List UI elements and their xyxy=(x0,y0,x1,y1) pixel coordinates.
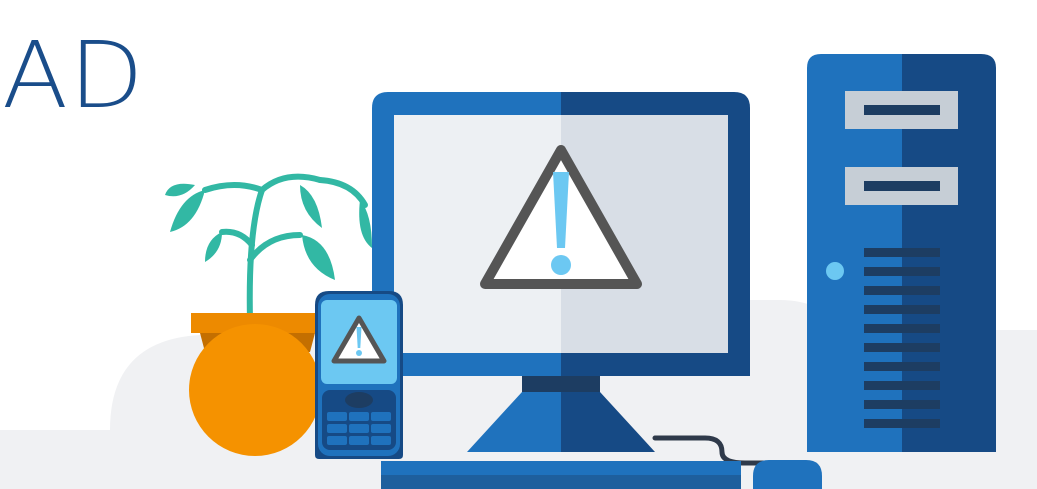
phone-key xyxy=(349,412,369,421)
vent-slot xyxy=(864,381,940,390)
phone-key xyxy=(371,412,391,421)
vent-slot xyxy=(864,305,940,314)
phone-key xyxy=(349,436,369,445)
vent-slot xyxy=(864,324,940,333)
keyboard xyxy=(381,461,741,489)
mouse xyxy=(753,460,822,489)
vent-slot xyxy=(864,419,940,428)
phone-key xyxy=(349,424,369,433)
phone-key xyxy=(371,436,391,445)
phone-key xyxy=(371,424,391,433)
phone-dpad xyxy=(345,392,373,408)
vent-slot xyxy=(864,400,940,409)
illustration xyxy=(0,54,1037,489)
vent-slot xyxy=(864,343,940,352)
vent-slot xyxy=(864,248,940,257)
phone-key xyxy=(327,424,347,433)
phone-key xyxy=(327,436,347,445)
vent-slot xyxy=(864,362,940,371)
vent-slot xyxy=(864,267,940,276)
phone-key xyxy=(327,412,347,421)
computer-tower xyxy=(807,54,996,452)
vent-slot xyxy=(864,286,940,295)
mobile-phone xyxy=(315,291,403,459)
